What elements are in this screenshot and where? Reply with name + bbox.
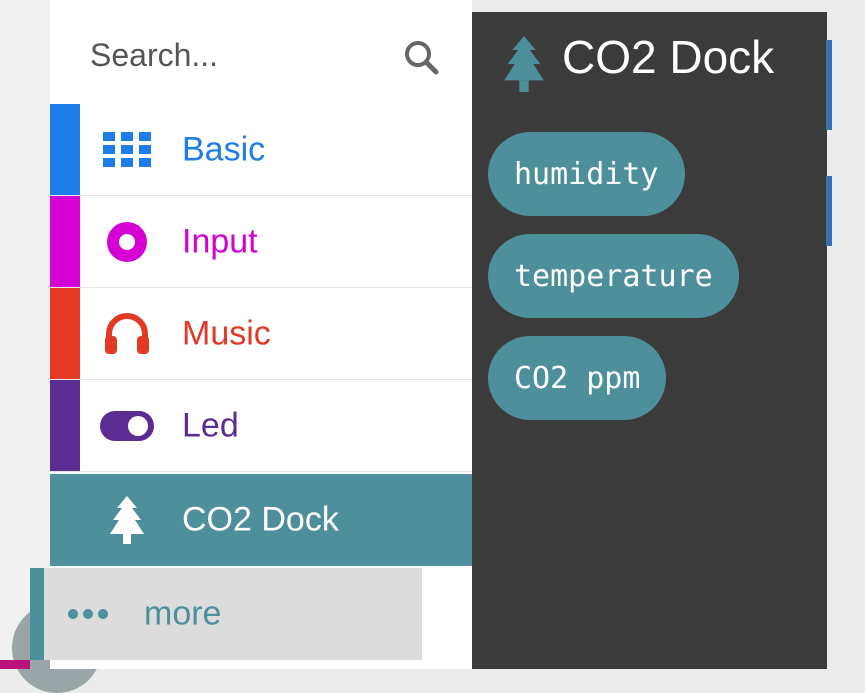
category-led[interactable]: Led	[50, 380, 472, 472]
workspace-block-edge	[826, 40, 832, 130]
category-label: Basic	[182, 130, 266, 168]
next-category-bar	[0, 660, 30, 669]
category-color-bar	[50, 288, 80, 379]
category-color-bar	[50, 380, 80, 471]
target-icon	[100, 220, 154, 264]
tree-icon	[100, 496, 154, 544]
toggle-icon	[100, 404, 154, 448]
category-color-bar	[50, 196, 80, 287]
more-color-bar	[30, 568, 44, 660]
category-input[interactable]: Input	[50, 196, 472, 288]
category-label: Input	[182, 222, 258, 260]
flyout-title: CO2 Dock	[562, 31, 775, 83]
block-humidity[interactable]: humidity	[488, 132, 685, 216]
category-label: CO2 Dock	[182, 500, 339, 539]
flyout-panel: CO2 Dock humidity temperature CO2 ppm	[472, 12, 827, 669]
category-label: Music	[182, 314, 271, 352]
search-input[interactable]	[88, 30, 392, 80]
category-label: Led	[182, 406, 239, 444]
workspace-block-edge	[826, 176, 832, 246]
headphones-icon	[100, 312, 154, 356]
category-music[interactable]: Music	[50, 288, 472, 380]
search-box	[50, 0, 472, 104]
block-temperature[interactable]: temperature	[488, 234, 739, 318]
category-basic[interactable]: Basic	[50, 104, 472, 196]
ellipsis-icon	[68, 609, 108, 619]
more-label: more	[144, 594, 222, 633]
tree-icon	[504, 36, 544, 92]
grid-icon	[100, 128, 154, 172]
category-co2-dock[interactable]: CO2 Dock	[50, 474, 472, 566]
category-color-bar	[50, 104, 80, 195]
search-icon[interactable]	[402, 38, 442, 78]
block-co2-ppm[interactable]: CO2 ppm	[488, 336, 667, 420]
category-more[interactable]: more	[44, 568, 422, 660]
